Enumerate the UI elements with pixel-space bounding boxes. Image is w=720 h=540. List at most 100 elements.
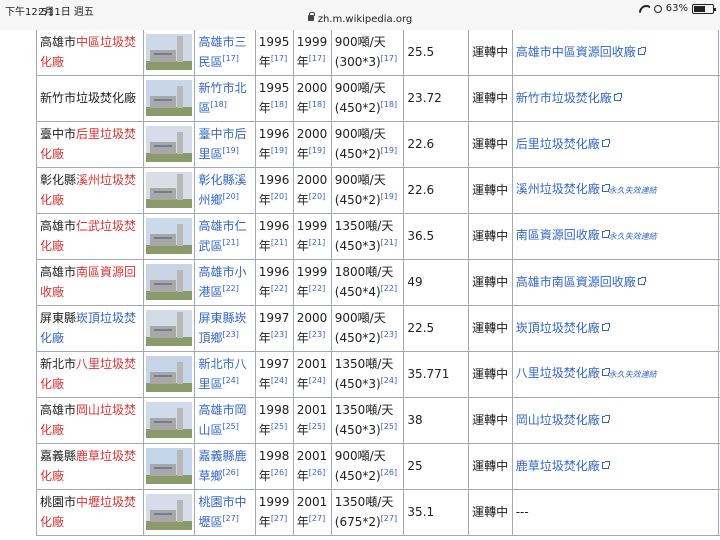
contract-year: 1996年 [258,127,290,161]
capacity: 900噸/天(450*2) [334,311,386,345]
cell-contract-year: 1998年[25] [254,396,294,444]
cell-power: 49 [403,258,470,306]
location-link[interactable]: 屏東縣崁頂鄉 [198,311,246,345]
operation-year: 2000年 [296,81,328,115]
archive-note[interactable]: 永久失效連結 [609,232,657,241]
ref-link[interactable]: [19] [222,146,238,155]
website-link[interactable]: 崁頂垃圾焚化廠 [516,321,600,335]
cell-capacity: 1800噸/天(450*4)[22] [330,258,405,306]
location-link[interactable]: 新竹市北區 [198,81,246,115]
name-prefix: 桃園市 [40,495,77,509]
cell-contract-year: 1996年[20] [254,166,294,214]
ref-link[interactable]: [26] [381,468,397,477]
location-link[interactable]: 彰化縣溪州鄉 [198,173,246,207]
ref-link[interactable]: [19] [271,146,287,155]
cell-location: 臺中市后里區[19] [194,120,256,168]
website-link[interactable]: 鹿草垃圾焚化廠 [516,459,600,473]
ref-link[interactable]: [27] [381,514,397,523]
ref-link[interactable]: [24] [222,376,238,385]
ref-link[interactable]: [23] [309,330,325,339]
ref-link[interactable]: [25] [309,422,325,431]
plant-photo[interactable] [146,126,193,162]
location-link[interactable]: 高雄市小港區 [198,265,246,299]
archive-note[interactable]: 永久失效連結 [609,370,657,379]
cell-capacity: 900噸/天(450*2)[26] [330,442,405,490]
location-link[interactable]: 新北市八里區 [198,357,246,391]
ref-link[interactable]: [19] [381,146,397,155]
ref-link[interactable]: [21] [309,238,325,247]
status-text: 運轉中 [472,183,509,197]
incinerator-table: 高雄市中區垃圾焚化廠 高雄市三民區[17] 1995年[17] 1999年[17] 90… [35,30,720,536]
ref-link[interactable]: [17] [222,54,238,63]
cell-status: 運轉中 [468,350,513,398]
ref-link[interactable]: [21] [381,238,397,247]
ref-link[interactable]: [26] [222,468,238,477]
location-link[interactable]: 臺中市后里區 [198,127,246,161]
ref-link[interactable]: [27] [222,514,238,523]
website-link[interactable]: 南區資源回收廠 [516,228,600,242]
ref-link[interactable]: [18] [271,100,287,109]
ref-link[interactable]: [18] [210,100,226,109]
plant-photo[interactable] [146,172,193,208]
ref-link[interactable]: [24] [271,376,287,385]
address-bar[interactable]: zh.m.wikipedia.org [0,12,720,25]
website-link[interactable]: 八里垃圾焚化廠 [516,366,600,380]
plant-photo[interactable] [146,310,193,346]
plant-photo[interactable] [146,218,193,254]
ref-link[interactable]: [22] [309,284,325,293]
website-link[interactable]: 高雄市南區資源回收廠 [516,275,636,289]
cell-operation-year: 1999年[22] [292,258,332,306]
cell-power: 22.6 [403,166,470,214]
ref-link[interactable]: [22] [271,284,287,293]
location-link[interactable]: 高雄市仁武區 [198,219,246,253]
ref-link[interactable]: [19] [309,146,325,155]
plant-photo[interactable] [146,80,193,116]
ref-link[interactable]: [26] [271,468,287,477]
ref-link[interactable]: [17] [381,54,397,63]
ref-link[interactable]: [23] [222,330,238,339]
ref-link[interactable]: [27] [309,514,325,523]
plant-photo[interactable] [146,264,193,300]
website-link[interactable]: 高雄市中區資源回收廠 [516,45,636,59]
name-prefix: 高雄市 [40,35,77,50]
ref-link[interactable]: [24] [309,376,325,385]
location-link[interactable]: 高雄市岡山區 [198,403,246,437]
website-link[interactable]: 新竹市垃圾焚化廠 [516,91,612,105]
location-link[interactable]: 桃園市中壢區 [198,495,246,529]
ref-link[interactable]: [20] [309,192,325,201]
ref-link[interactable]: [23] [381,330,397,339]
operation-year: 1999年 [296,265,328,299]
ref-link[interactable]: [25] [381,422,397,431]
ref-link[interactable]: [18] [309,100,325,109]
cell-power: 22.5 [403,304,470,352]
website-link[interactable]: 岡山垃圾焚化廠 [516,413,600,427]
ref-link[interactable]: [23] [271,330,287,339]
ref-link[interactable]: [22] [381,284,397,293]
ref-link[interactable]: [24] [381,376,397,385]
ref-link[interactable]: [18] [381,100,397,109]
plant-photo[interactable] [146,402,193,438]
plant-photo[interactable] [146,448,193,484]
ref-link[interactable]: [20] [222,192,238,201]
cell-power: 35.771 [403,350,470,398]
ref-link[interactable]: [26] [309,468,325,477]
ref-link[interactable]: [25] [222,422,238,431]
plant-photo[interactable] [146,494,193,530]
location-link[interactable]: 高雄市三民區 [198,35,246,69]
ref-link[interactable]: [17] [271,54,287,63]
ref-link[interactable]: [17] [309,54,325,63]
plant-photo[interactable] [146,356,193,392]
ref-link[interactable]: [21] [271,238,287,247]
plant-photo[interactable] [146,34,193,71]
archive-note[interactable]: 永久失效連結 [609,186,657,195]
ref-link[interactable]: [25] [271,422,287,431]
ref-link[interactable]: [21] [222,238,238,247]
ref-link[interactable]: [27] [271,514,287,523]
cell-operation-year: 2001年[25] [292,396,332,444]
ref-link[interactable]: [20] [271,192,287,201]
ref-link[interactable]: [22] [222,284,238,293]
ref-link[interactable]: [19] [381,192,397,201]
location-link[interactable]: 嘉義縣鹿草鄉 [198,449,246,483]
website-link[interactable]: 溪州垃圾焚化廠 [516,182,600,196]
website-link[interactable]: 后里垃圾焚化廠 [516,137,600,151]
